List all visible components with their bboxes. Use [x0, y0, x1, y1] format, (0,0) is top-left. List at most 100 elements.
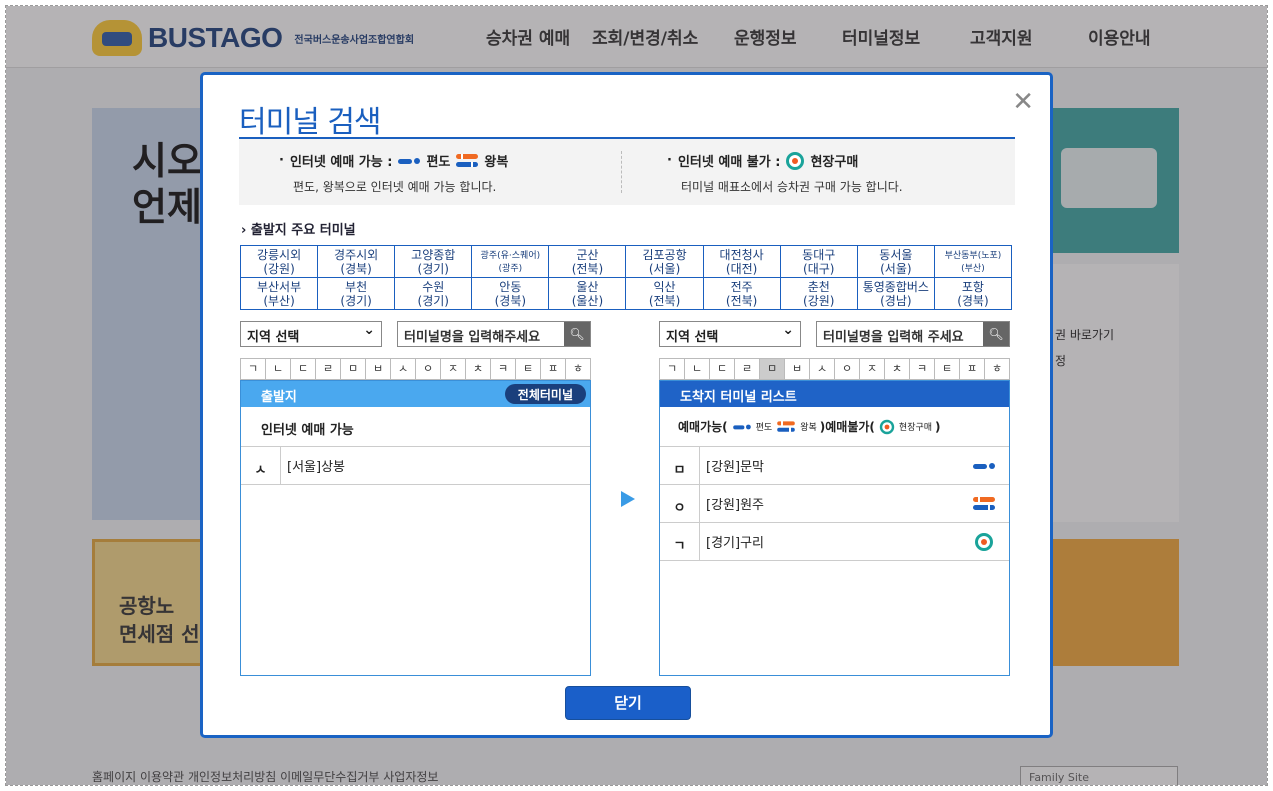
- major-terminal-button[interactable]: 춘천 (강원): [780, 278, 858, 310]
- consonant-filter-12[interactable]: ㅌ: [935, 359, 960, 379]
- legend-round-label: 왕복: [484, 155, 509, 170]
- major-terminal-button[interactable]: 동대구 (대구): [780, 246, 858, 278]
- departure-search-input[interactable]: 터미널명을 입력해주세요: [398, 322, 564, 346]
- terminal-list-item[interactable]: ㅅ [서울]상봉: [241, 446, 590, 485]
- major-terminal-button[interactable]: 군산 (전북): [549, 246, 627, 278]
- major-terminal-button[interactable]: 동서울 (서울): [857, 246, 935, 278]
- major-terminals-title: › 출발지 주요 터미널: [241, 223, 356, 238]
- modal-title: 터미널 검색: [239, 105, 382, 140]
- terminal-name: 김포공항: [642, 248, 687, 262]
- legend-offline-desc: 터미널 매표소에서 승차권 구매 가능 합니다.: [681, 180, 903, 194]
- consonant-filter-14[interactable]: ㅎ: [566, 359, 591, 379]
- consonant-filter-9[interactable]: ㅈ: [860, 359, 885, 379]
- arrival-region-select[interactable]: 지역 선택: [659, 321, 801, 347]
- onsite-icon: [786, 151, 805, 170]
- major-terminal-button[interactable]: 부산서부 (부산): [241, 278, 319, 310]
- major-terminal-button[interactable]: 경주시외 (경북): [318, 246, 396, 278]
- consonant-filter-6[interactable]: ㅂ: [366, 359, 391, 379]
- major-terminal-button[interactable]: 고양종합 (경기): [395, 246, 473, 278]
- consonant-filter-9[interactable]: ㅈ: [441, 359, 466, 379]
- major-terminal-button[interactable]: 익산 (전북): [626, 278, 704, 310]
- consonant-filter-4[interactable]: ㄹ: [735, 359, 760, 379]
- terminal-name: 수원: [422, 280, 445, 294]
- consonant-filter-4[interactable]: ㄹ: [316, 359, 341, 379]
- close-icon[interactable]: ✕: [1012, 87, 1034, 117]
- terminal-region: (경남): [880, 294, 912, 308]
- terminal-name: 익산: [653, 280, 676, 294]
- round-trip-icon: [973, 496, 995, 511]
- legend-divider: [621, 151, 622, 193]
- major-terminal-button[interactable]: 부산동부(노포) (부산): [934, 246, 1012, 278]
- consonant-filter-8[interactable]: ㅇ: [416, 359, 441, 379]
- departure-subheader: 인터넷 예매 가능: [241, 407, 590, 447]
- terminal-list-item[interactable]: ㅁ [강원]문막: [660, 446, 1009, 485]
- consonant-filter-7[interactable]: ㅅ: [810, 359, 835, 379]
- consonant-filter-12[interactable]: ㅌ: [516, 359, 541, 379]
- consonant-filter-6[interactable]: ㅂ: [785, 359, 810, 379]
- major-terminal-button[interactable]: 대전청사 (대전): [703, 246, 781, 278]
- consonant-filter-7[interactable]: ㅅ: [391, 359, 416, 379]
- consonant-filter-11[interactable]: ㅋ: [910, 359, 935, 379]
- terminal-region: (경북): [494, 294, 527, 308]
- consonant-filter-13[interactable]: ㅍ: [960, 359, 985, 379]
- consonant-filter-13[interactable]: ㅍ: [541, 359, 566, 379]
- consonant-filter-11[interactable]: ㅋ: [491, 359, 516, 379]
- arrival-search-input[interactable]: 터미널명을 입력해 주세요: [817, 322, 983, 346]
- major-terminal-button[interactable]: 부천 (경기): [318, 278, 396, 310]
- terminal-name: 전주: [730, 280, 753, 294]
- all-terminals-button[interactable]: 전체터미널: [504, 384, 586, 404]
- terminal-name: [강원]원주: [706, 498, 764, 513]
- terminal-region: (전북): [725, 294, 758, 308]
- arrival-header: 도착지 터미널 리스트: [660, 381, 1009, 407]
- consonant-filter-5[interactable]: ㅁ: [341, 359, 366, 379]
- consonant-filter-10[interactable]: ㅊ: [466, 359, 491, 379]
- booking-legend: · 인터넷 예매 가능 : 편도 왕복 편도, 왕복으로 인터넷 예매 가능 합…: [239, 139, 1015, 205]
- round-trip-icon: [456, 153, 479, 168]
- major-terminal-button[interactable]: 김포공항 (서울): [626, 246, 704, 278]
- consonant-filter-3[interactable]: ㄷ: [710, 359, 735, 379]
- major-terminal-button[interactable]: 안동 (경북): [472, 278, 550, 310]
- legend-oneway-label: 편도: [426, 155, 451, 170]
- terminal-name: 포항: [961, 280, 984, 294]
- major-terminal-button[interactable]: 광주(유·스퀘어) (광주): [472, 246, 550, 278]
- consonant-filter-10[interactable]: ㅊ: [885, 359, 910, 379]
- major-terminal-button[interactable]: 울산 (울산): [549, 278, 627, 310]
- consonant-filter-1[interactable]: ㄱ: [660, 359, 685, 379]
- major-terminal-button[interactable]: 수원 (경기): [395, 278, 473, 310]
- terminal-name: 대전청사: [719, 248, 764, 262]
- consonant-filter-5[interactable]: ㅁ: [760, 359, 785, 379]
- departure-region-select[interactable]: 지역 선택: [240, 321, 382, 347]
- terminal-name: 부천: [345, 280, 368, 294]
- terminal-region: (전북): [648, 294, 681, 308]
- initial-consonant: ㄱ: [660, 522, 700, 561]
- consonant-filter-1[interactable]: ㄱ: [241, 359, 266, 379]
- consonant-filter-2[interactable]: ㄴ: [685, 359, 710, 379]
- departure-header: 출발지 전체터미널: [241, 381, 590, 407]
- terminal-list-item[interactable]: ㄱ [경기]구리: [660, 522, 1009, 561]
- major-terminal-button[interactable]: 전주 (전북): [703, 278, 781, 310]
- terminal-name: 안동: [499, 280, 522, 294]
- legend-online: · 인터넷 예매 가능 : 편도 왕복 편도, 왕복으로 인터넷 예매 가능 합…: [279, 153, 509, 194]
- terminal-name: [서울]상봉: [287, 460, 345, 475]
- terminal-name: 경주시외: [334, 248, 379, 262]
- departure-panel: 지역 선택 터미널명을 입력해주세요 🔍︎ ㄱㄴㄷㄹㅁㅂㅅㅇㅈㅊㅋㅌㅍㅎ 출발지…: [240, 321, 591, 676]
- major-terminal-button[interactable]: 포항 (경북): [934, 278, 1012, 310]
- major-terminal-button[interactable]: 강릉시외 (강원): [241, 246, 319, 278]
- departure-consonant-filter: ㄱㄴㄷㄹㅁㅂㅅㅇㅈㅊㅋㅌㅍㅎ: [240, 358, 591, 380]
- arrival-list: 도착지 터미널 리스트 예매가능( 편도 왕복 )예매불가( 현장구매 ) ㅁ […: [659, 380, 1010, 676]
- initial-consonant: ㅅ: [241, 446, 281, 485]
- consonant-filter-14[interactable]: ㅎ: [985, 359, 1010, 379]
- terminal-list-item[interactable]: ㅇ [강원]원주: [660, 484, 1009, 523]
- consonant-filter-2[interactable]: ㄴ: [266, 359, 291, 379]
- search-icon[interactable]: 🔍︎: [983, 322, 1009, 346]
- arrival-legend: 예매가능( 편도 왕복 )예매불가( 현장구매 ): [660, 407, 1009, 447]
- consonant-filter-3[interactable]: ㄷ: [291, 359, 316, 379]
- search-icon[interactable]: 🔍︎: [564, 322, 590, 346]
- consonant-filter-8[interactable]: ㅇ: [835, 359, 860, 379]
- close-button[interactable]: 닫기: [565, 686, 691, 720]
- legend-online-desc: 편도, 왕복으로 인터넷 예매 가능 합니다.: [293, 180, 497, 194]
- major-terminal-button[interactable]: 통영종합버스 (경남): [857, 278, 935, 310]
- terminal-name: 울산: [576, 280, 599, 294]
- terminal-region: (부산): [961, 264, 985, 274]
- terminal-name: [경기]구리: [706, 536, 764, 551]
